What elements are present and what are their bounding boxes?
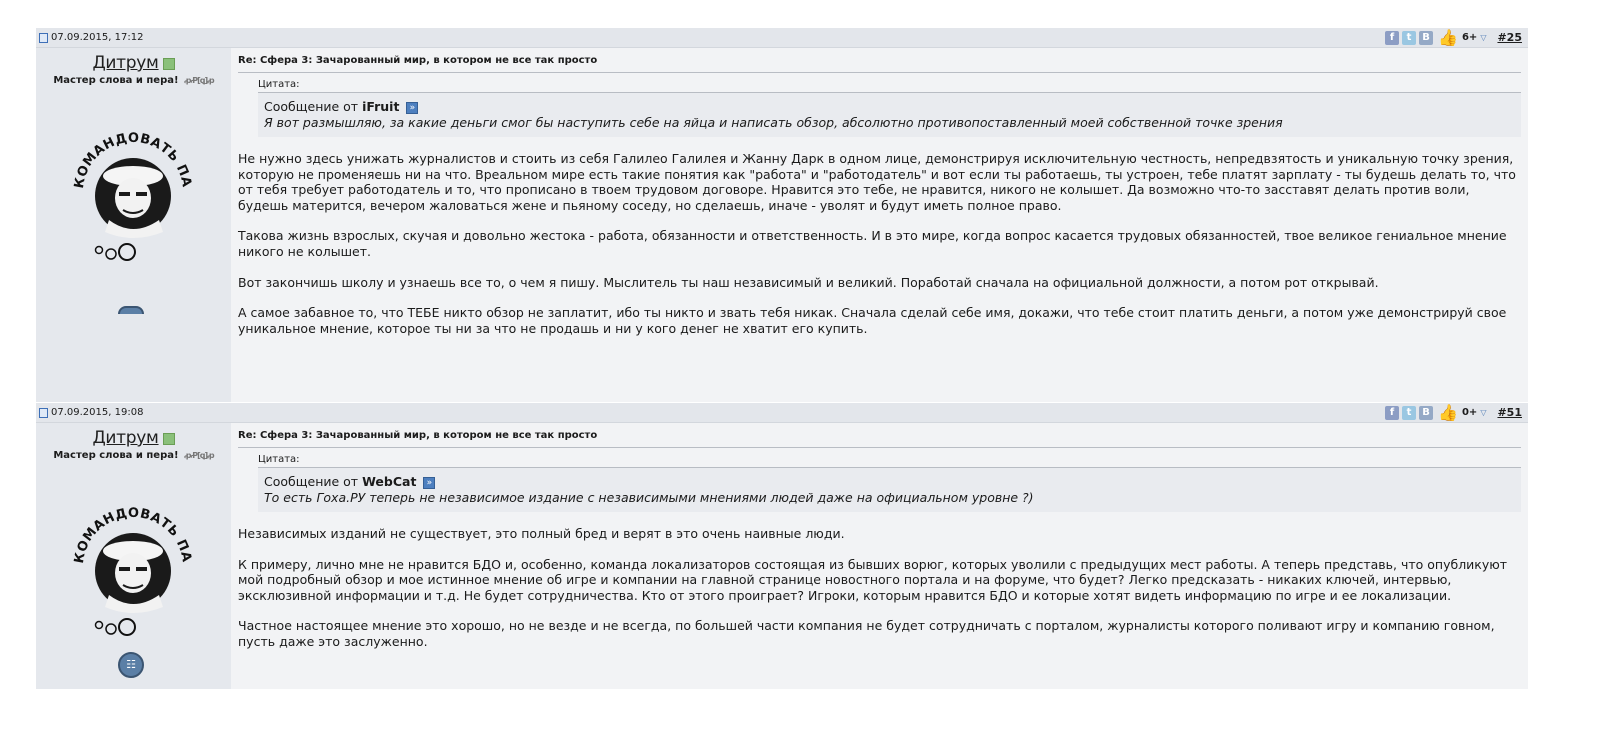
message-paragraph: Такова жизнь взрослых, скучая и довольно… <box>238 228 1507 259</box>
vkontakte-icon[interactable]: В <box>1419 405 1434 420</box>
username-link[interactable]: Дитрум <box>92 428 158 448</box>
user-online-icon <box>162 57 175 70</box>
message-paragraph: А самое забавное то, что ТЕБЕ никто обзо… <box>238 305 1507 336</box>
message-body: Re: Сфера 3: Зачарованный мир, в котором… <box>231 48 1528 402</box>
quote-author: iFruit <box>362 99 400 114</box>
post-rating: 6+ <box>1461 31 1478 43</box>
thumbs-up-icon[interactable]: 👍 <box>1438 29 1458 45</box>
username-link[interactable]: Дитрум <box>92 53 158 73</box>
quote-prefix: Сообщение от <box>264 99 359 114</box>
quote-text: То есть Гоха.РУ теперь не независимое из… <box>264 490 1034 505</box>
twitter-icon[interactable]: t <box>1402 30 1417 45</box>
user-info-panel: Дитрум Мастер слова и пера! ꝓꝒ[ꝗ]ꝓ КОМАН… <box>36 48 231 402</box>
twitter-icon[interactable]: t <box>1402 405 1417 420</box>
quote-prefix: Сообщение от <box>264 474 359 489</box>
message-paragraph: Не нужно здесь унижать журналистов и сто… <box>238 151 1516 213</box>
quote-label: Цитата: <box>258 79 300 90</box>
quote-text: Я вот размышляю, за какие деньги смог бы… <box>264 115 1283 130</box>
forum-post: 07.09.2015, 19:08 f t В 👍 0+ ▽ #51 Дитру… <box>36 403 1528 689</box>
post-header: 07.09.2015, 19:08 f t В 👍 0+ ▽ #51 <box>36 403 1528 423</box>
forum-post: 07.09.2015, 17:12 f t В 👍 6+ ▽ #25 Дитру… <box>36 28 1528 402</box>
award-badge-icon: ☷ <box>118 652 144 678</box>
message-paragraph: К примеру, лично мне не нравится БДО и, … <box>238 556 1508 603</box>
post-number-link[interactable]: #25 <box>1497 28 1522 48</box>
message-paragraph: Частное настоящее мнение это хорошо, но … <box>238 618 1495 649</box>
user-info-panel: Дитрум Мастер слова и пера! ꝓꝒ[ꝗ]ꝓ КОМАН… <box>36 423 231 689</box>
page-icon <box>39 407 48 418</box>
goto-post-icon[interactable]: » <box>406 101 419 114</box>
message-paragraph: Вот закончишь школу и узнаешь все то, о … <box>238 274 1379 290</box>
quote-block: Цитата: Сообщение от WebCat » То есть Го… <box>258 454 1521 512</box>
user-online-icon <box>162 432 175 445</box>
message-paragraph: Независимых изданий не существует, это п… <box>238 526 845 541</box>
thumbs-up-icon[interactable]: 👍 <box>1438 404 1458 420</box>
user-avatar[interactable]: КОМАНДОВАТЬ ПАРАДОМ БУДУ Я! <box>69 491 197 641</box>
post-rating: 0+ <box>1461 406 1478 418</box>
message-body: Re: Сфера 3: Зачарованный мир, в котором… <box>231 423 1528 689</box>
post-subject: Re: Сфера 3: Зачарованный мир, в котором… <box>238 430 1521 448</box>
user-avatar[interactable]: КОМАНДОВАТЬ ПАРАДОМ БУДУ Я! <box>69 116 197 266</box>
user-title: Мастер слова и пера! <box>53 75 179 86</box>
reputation-icon: ꝓꝒ[ꝗ]ꝓ <box>184 76 215 85</box>
goto-post-icon[interactable]: » <box>423 476 436 489</box>
page-icon <box>39 32 48 43</box>
reputation-icon: ꝓꝒ[ꝗ]ꝓ <box>184 451 215 460</box>
quote-block: Цитата: Сообщение от iFruit » Я вот разм… <box>258 79 1521 137</box>
facebook-icon[interactable]: f <box>1385 30 1400 45</box>
quote-author: WebCat <box>362 474 417 489</box>
award-badge-icon <box>118 306 144 314</box>
vkontakte-icon[interactable]: В <box>1419 30 1434 45</box>
user-title: Мастер слова и пера! <box>53 450 179 461</box>
post-date: 07.09.2015, 17:12 <box>51 31 144 43</box>
triangle-down-icon[interactable]: ▽ <box>1480 403 1486 423</box>
post-subject: Re: Сфера 3: Зачарованный мир, в котором… <box>238 55 1521 73</box>
post-number-link[interactable]: #51 <box>1497 403 1522 423</box>
post-header: 07.09.2015, 17:12 f t В 👍 6+ ▽ #25 <box>36 28 1528 48</box>
triangle-down-icon[interactable]: ▽ <box>1480 28 1486 48</box>
quote-label: Цитата: <box>258 454 300 465</box>
post-date: 07.09.2015, 19:08 <box>51 406 144 418</box>
facebook-icon[interactable]: f <box>1385 405 1400 420</box>
